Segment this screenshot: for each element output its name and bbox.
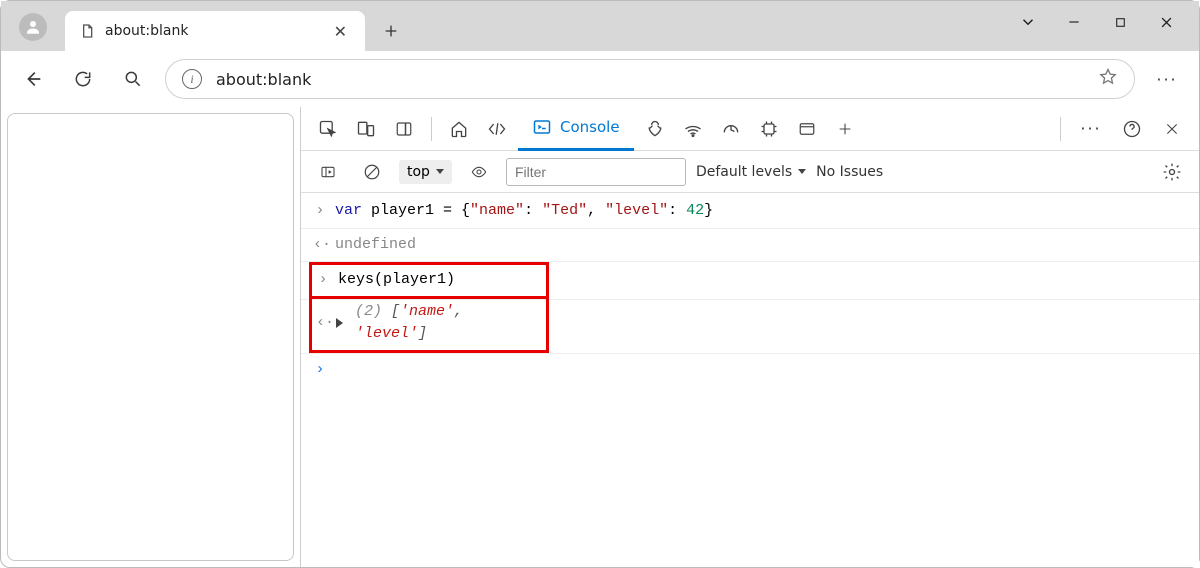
output-arrow-icon: ‹· xyxy=(313,234,327,257)
input-prompt-icon: › xyxy=(313,359,327,382)
url-text: about:blank xyxy=(216,70,1084,89)
expand-icon[interactable] xyxy=(336,318,343,328)
output-arrow-icon: ‹· xyxy=(316,312,330,335)
console-tab[interactable]: Console xyxy=(518,107,634,151)
maximize-button[interactable] xyxy=(1097,5,1143,39)
close-window-button[interactable] xyxy=(1143,5,1189,39)
refresh-button[interactable] xyxy=(65,61,101,97)
console-input-line: › keys(player1) xyxy=(301,261,1199,299)
issues-label[interactable]: No Issues xyxy=(816,164,883,180)
array-result[interactable]: (2) ['name', 'level'] xyxy=(355,301,540,346)
performance-tab-icon[interactable] xyxy=(714,112,748,146)
welcome-tab-icon[interactable] xyxy=(442,112,476,146)
devtools-tabbar: Console ··· xyxy=(301,107,1199,151)
page-content xyxy=(7,113,294,561)
undefined-value: undefined xyxy=(335,234,416,257)
new-tab-button[interactable] xyxy=(373,13,409,49)
browser-titlebar: about:blank ✕ xyxy=(1,1,1199,51)
help-icon[interactable] xyxy=(1115,112,1149,146)
code-text: keys(player1) xyxy=(338,269,455,292)
devtools-close-icon[interactable] xyxy=(1155,112,1189,146)
clear-console-icon[interactable] xyxy=(355,155,389,189)
console-prompt-line[interactable]: › xyxy=(301,353,1199,387)
site-info-icon[interactable]: i xyxy=(182,69,202,89)
console-filterbar: top Default levels No Issues xyxy=(301,151,1199,193)
sources-tab-icon[interactable] xyxy=(638,112,672,146)
live-expression-icon[interactable] xyxy=(462,155,496,189)
console-tab-label: Console xyxy=(560,118,620,136)
chevron-down-icon xyxy=(436,169,444,174)
search-button[interactable] xyxy=(115,61,151,97)
memory-tab-icon[interactable] xyxy=(752,112,786,146)
execution-context-selector[interactable]: top xyxy=(399,160,452,184)
devtools-panel: Console ··· top D xyxy=(300,107,1199,567)
page-icon xyxy=(79,23,95,39)
tab-close-icon[interactable]: ✕ xyxy=(330,22,351,41)
tab-title: about:blank xyxy=(105,23,330,39)
favorite-icon[interactable] xyxy=(1098,67,1118,91)
log-levels-selector[interactable]: Default levels xyxy=(696,164,806,180)
device-toggle-icon[interactable] xyxy=(349,112,383,146)
console-settings-icon[interactable] xyxy=(1155,155,1189,189)
elements-tab-icon[interactable] xyxy=(480,112,514,146)
input-prompt-icon: › xyxy=(316,269,330,292)
devtools-menu-button[interactable]: ··· xyxy=(1073,111,1109,147)
filter-input[interactable] xyxy=(506,158,686,186)
profile-avatar[interactable] xyxy=(19,13,47,41)
context-label: top xyxy=(407,164,430,180)
browser-tab[interactable]: about:blank ✕ xyxy=(65,11,365,51)
console-input-line: › var player1 = {"name": "Ted", "level":… xyxy=(301,195,1199,228)
browser-menu-button[interactable]: ··· xyxy=(1149,61,1185,97)
browser-toolbar: i about:blank ··· xyxy=(1,51,1199,107)
levels-label: Default levels xyxy=(696,164,792,180)
console-output[interactable]: › var player1 = {"name": "Ted", "level":… xyxy=(301,193,1199,567)
inspect-icon[interactable] xyxy=(311,112,345,146)
console-output-line: ‹· (2) ['name', 'level'] xyxy=(301,299,1199,353)
input-prompt-icon: › xyxy=(313,200,327,223)
code-text: var player1 = {"name": "Ted", "level": 4… xyxy=(335,200,713,223)
dock-side-icon[interactable] xyxy=(387,112,421,146)
chevron-down-icon[interactable] xyxy=(1005,5,1051,39)
console-output-line: ‹· undefined xyxy=(301,228,1199,262)
back-button[interactable] xyxy=(15,61,51,97)
more-tabs-button[interactable] xyxy=(828,112,862,146)
chevron-down-icon xyxy=(798,169,806,174)
sidebar-toggle-icon[interactable] xyxy=(311,155,345,189)
minimize-button[interactable] xyxy=(1051,5,1097,39)
application-tab-icon[interactable] xyxy=(790,112,824,146)
address-bar[interactable]: i about:blank xyxy=(165,59,1135,99)
network-tab-icon[interactable] xyxy=(676,112,710,146)
